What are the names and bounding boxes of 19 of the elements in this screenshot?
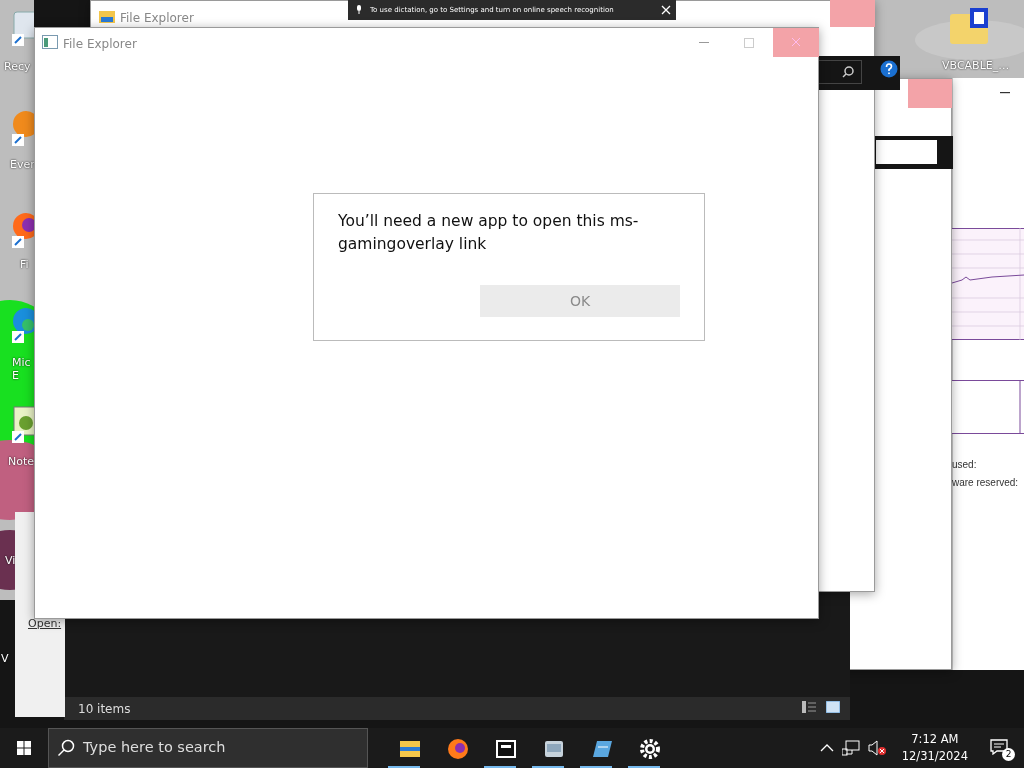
icon-label: Recy xyxy=(4,60,31,73)
field-label: Open: xyxy=(28,616,62,632)
icon-label: Fi xyxy=(20,258,29,271)
dialog-message: You’ll need a new app to open this ms-gamingoverlay link xyxy=(338,211,640,255)
memory-label: ware reserved: xyxy=(952,476,1019,490)
memory-label: used: xyxy=(952,458,977,472)
search-field[interactable]: Type here to search xyxy=(48,728,368,768)
icon-label: Ever xyxy=(10,158,35,171)
icon-label: Vi xyxy=(5,554,16,567)
icon-label: Mic E xyxy=(12,356,31,382)
icon-label: V xyxy=(1,652,9,665)
icon-label: VBCABLE_… xyxy=(942,59,1010,72)
notification-button[interactable]: 2 xyxy=(984,728,1020,768)
window-title: File Explorer xyxy=(120,10,194,27)
icon-label: Note xyxy=(8,455,35,468)
window-title: File Explorer xyxy=(63,36,137,53)
clock[interactable]: 7:12 AM 12/31/2024 xyxy=(901,731,968,765)
notification-count: 2 xyxy=(1002,748,1015,761)
status-text: 10 items xyxy=(78,701,131,718)
